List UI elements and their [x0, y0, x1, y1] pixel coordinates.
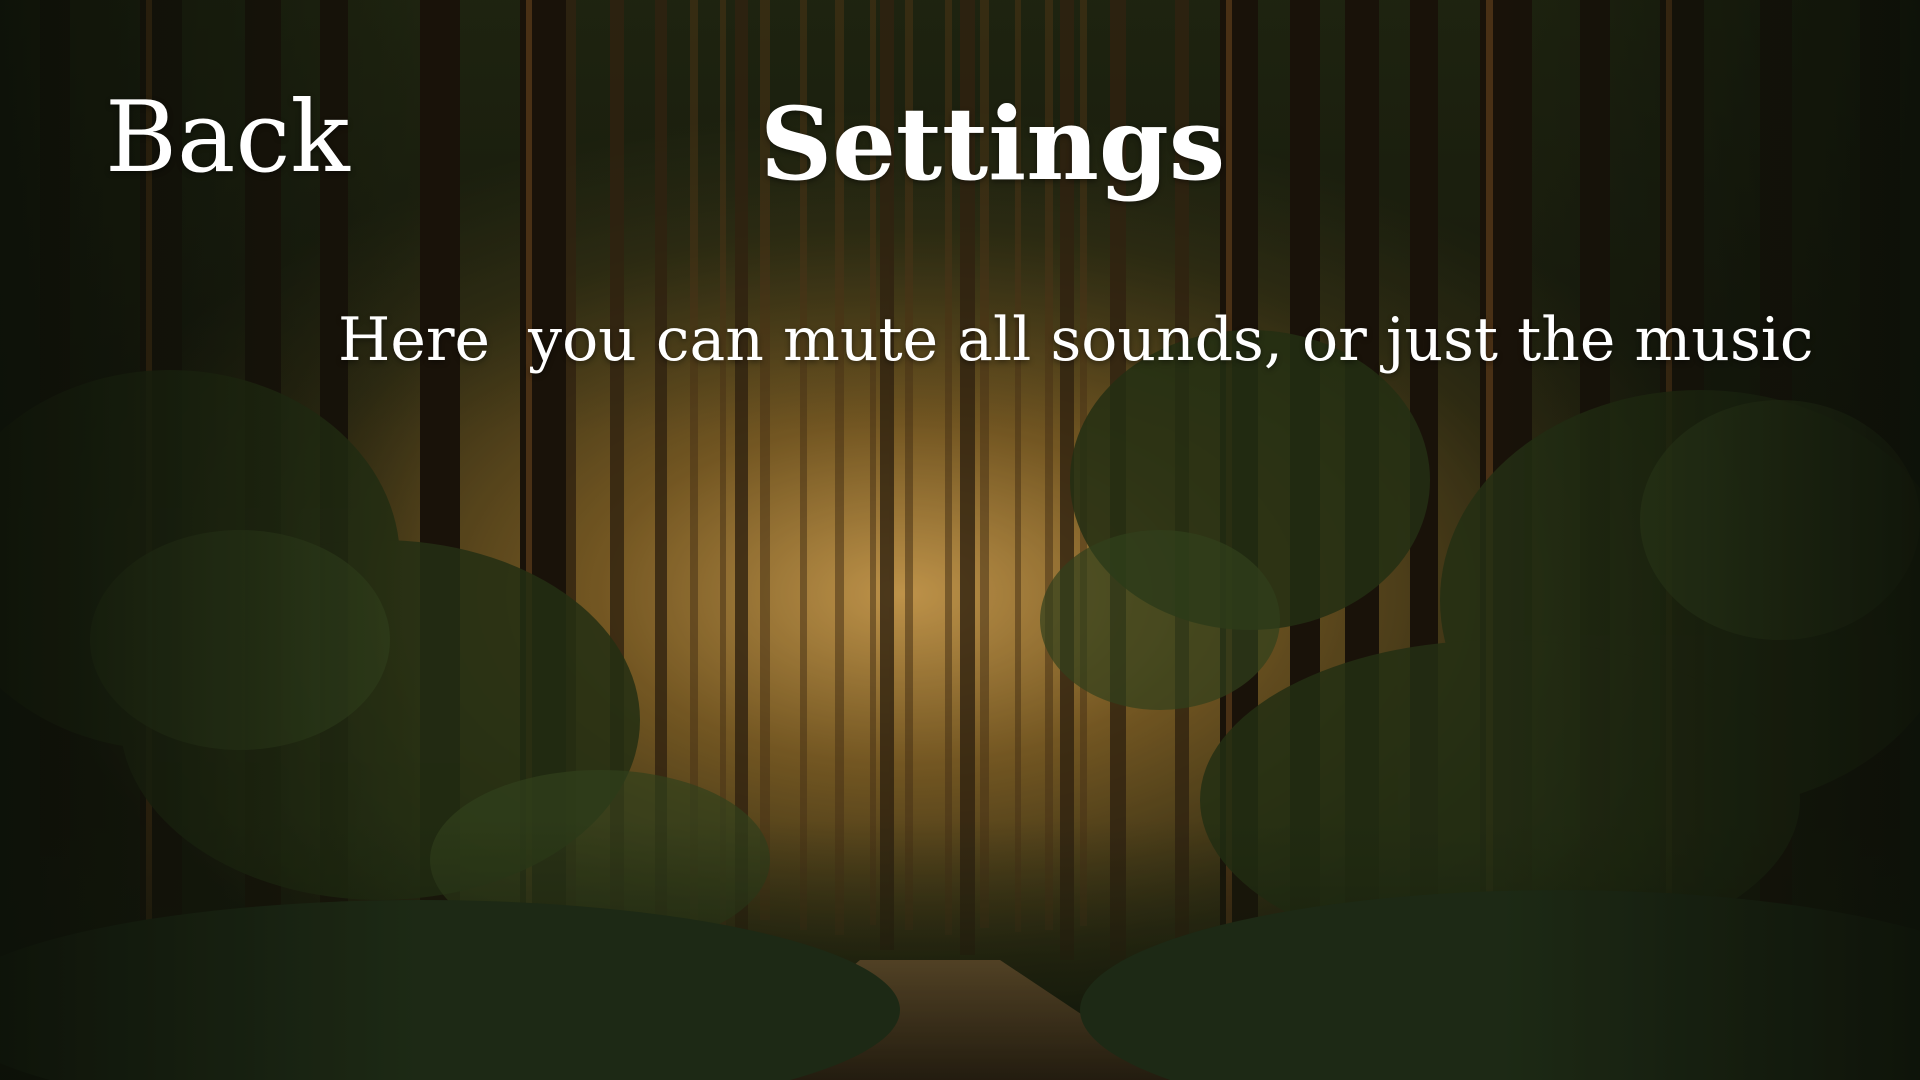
settings-screen: Back Settings Here you can mute all soun… [0, 0, 1920, 1080]
back-button[interactable]: Back [105, 78, 350, 198]
settings-description: Here you can mute all sounds, or just th… [338, 305, 1814, 375]
page-title: Settings [760, 85, 1226, 203]
